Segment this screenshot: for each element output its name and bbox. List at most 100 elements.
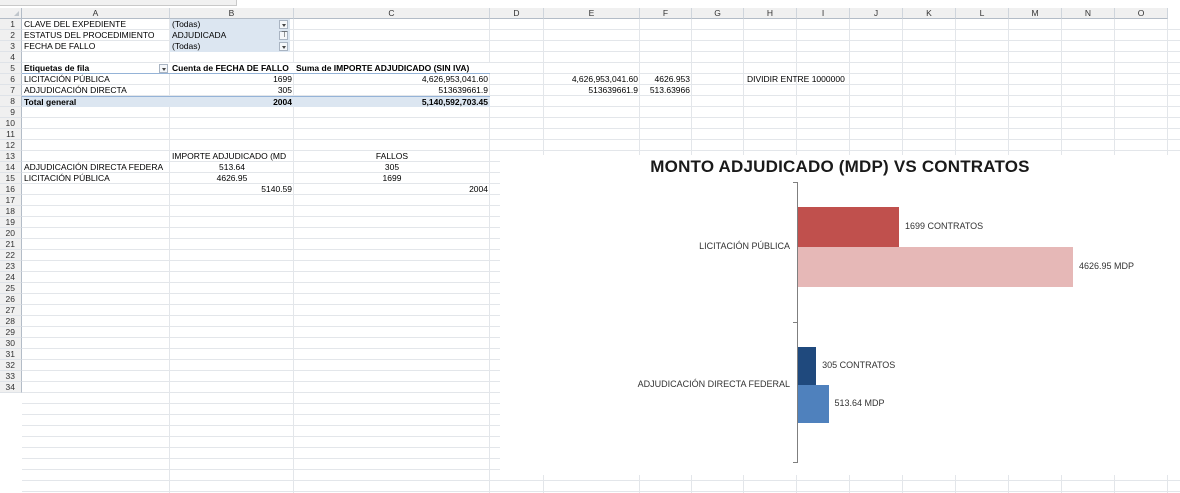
column-header-m[interactable]: M [1009, 8, 1062, 19]
cell-value: 4,626,953,041.60 [571, 74, 638, 84]
pivot-count: 1699 [273, 74, 292, 84]
column-header-d[interactable]: D [490, 8, 544, 19]
row-header[interactable]: 20 [0, 228, 22, 239]
pivot-row-labels-header[interactable]: Etiquetas de fila [22, 63, 170, 74]
bar[interactable] [798, 247, 1073, 287]
filter-value[interactable]: ADJUDICADA [170, 30, 290, 41]
column-header-h[interactable]: H [744, 8, 797, 19]
row-header[interactable]: 18 [0, 206, 22, 217]
row-header[interactable]: 25 [0, 283, 22, 294]
column-header-g[interactable]: G [692, 8, 744, 19]
row-header[interactable]: 6 [0, 74, 22, 85]
row-header[interactable]: 33 [0, 371, 22, 382]
table2-row-label: LICITACIÓN PÚBLICA [24, 173, 110, 183]
row-header[interactable]: 21 [0, 239, 22, 250]
dropdown-arrow-icon[interactable] [159, 64, 168, 73]
dropdown-arrow-icon[interactable] [279, 42, 288, 51]
column-header-k[interactable]: K [903, 8, 956, 19]
formula-bar-strip [0, 0, 1180, 8]
table2-fallos: 1699 [382, 173, 402, 183]
row-header[interactable]: 11 [0, 129, 22, 140]
row-header[interactable]: 13 [0, 151, 22, 162]
axis-tick [793, 182, 798, 183]
column-header-n[interactable]: N [1062, 8, 1115, 19]
filter-label: FECHA DE FALLO [24, 41, 96, 51]
bar[interactable] [798, 207, 899, 247]
dropdown-arrow-icon[interactable] [279, 20, 288, 29]
pivot-sum: 513639661.9 [438, 85, 488, 95]
row-header[interactable]: 5 [0, 63, 22, 74]
filter-value[interactable]: (Todas) [170, 19, 290, 30]
category-label: ADJUDICACIÓN DIRECTA FEDERAL [637, 379, 790, 389]
pivot-total-label: Total general [22, 96, 170, 107]
cell-value: 4626.953 [654, 74, 690, 84]
row-header[interactable]: 22 [0, 250, 22, 261]
column-header-c[interactable]: C [294, 8, 490, 19]
row-header[interactable]: 32 [0, 360, 22, 371]
row-header[interactable]: 31 [0, 349, 22, 360]
table2-header-importe: IMPORTE ADJUDICADO (MD [172, 151, 287, 161]
pivot-total-count: 2004 [170, 96, 294, 107]
column-header-l[interactable]: L [956, 8, 1009, 19]
row-header[interactable]: 3 [0, 41, 22, 52]
data-label: 1699 CONTRATOS [904, 221, 984, 231]
chart-title: MONTO ADJUDICADO (MDP) VS CONTRATOS [650, 157, 1030, 176]
chart-area[interactable]: MONTO ADJUDICADO (MDP) VS CONTRATOS 1699… [500, 155, 1180, 475]
filter-label: CLAVE DEL EXPEDIENTE [24, 19, 127, 29]
filter-value[interactable]: (Todas) [170, 41, 290, 52]
row-header[interactable]: 2 [0, 30, 22, 41]
table2-importe: 513.64 [219, 162, 245, 172]
bar[interactable] [798, 347, 817, 385]
row-header[interactable]: 8 [0, 96, 22, 107]
pivot-sum: 4,626,953,041.60 [421, 74, 488, 84]
row-header[interactable]: 30 [0, 338, 22, 349]
bar[interactable] [798, 385, 829, 423]
axis-tick [793, 462, 798, 463]
row-header[interactable]: 19 [0, 217, 22, 228]
filter-applied-icon[interactable] [279, 30, 288, 40]
column-header-f[interactable]: F [640, 8, 692, 19]
data-label: 513.64 MDP [834, 398, 885, 408]
select-all-corner[interactable] [0, 8, 22, 19]
cell-value: 513.63966 [649, 85, 690, 95]
table2-importe: 4626.95 [216, 173, 248, 183]
column-header-o[interactable]: O [1115, 8, 1168, 19]
pivot-sum-header: Suma de IMPORTE ADJUDICADO (SIN IVA) [294, 63, 490, 74]
column-header-b[interactable]: B [170, 8, 294, 19]
data-label: 305 CONTRATOS [822, 360, 896, 370]
row-header[interactable]: 29 [0, 327, 22, 338]
table2-row-label: ADJUDICACIÓN DIRECTA FEDERA [24, 162, 164, 172]
row-header[interactable]: 28 [0, 316, 22, 327]
row-header[interactable]: 9 [0, 107, 22, 118]
column-header-i[interactable]: I [797, 8, 850, 19]
table2-total-fallos: 2004 [469, 184, 488, 194]
table2-fallos: 305 [384, 162, 400, 172]
row-header[interactable]: 17 [0, 195, 22, 206]
column-header-j[interactable]: J [850, 8, 903, 19]
row-header[interactable]: 12 [0, 140, 22, 151]
category-label: LICITACIÓN PÚBLICA [699, 241, 790, 251]
row-header[interactable]: 34 [0, 382, 22, 393]
note-text: DIVIDIR ENTRE 1000000 [747, 74, 845, 84]
axis-tick [793, 322, 798, 323]
table2-total-importe: 5140.59 [261, 184, 292, 194]
column-header-a[interactable]: A [22, 8, 170, 19]
table2-header-fallos: FALLOS [375, 151, 409, 161]
column-header-e[interactable]: E [544, 8, 640, 19]
pivot-count: 305 [277, 85, 292, 95]
row-header[interactable]: 14 [0, 162, 22, 173]
row-header[interactable]: 26 [0, 294, 22, 305]
row-header[interactable]: 16 [0, 184, 22, 195]
row-header[interactable]: 7 [0, 85, 22, 96]
row-header[interactable]: 23 [0, 261, 22, 272]
row-header[interactable]: 10 [0, 118, 22, 129]
row-header[interactable]: 24 [0, 272, 22, 283]
row-header[interactable]: 15 [0, 173, 22, 184]
row-header[interactable]: 4 [0, 52, 22, 63]
row-header[interactable]: 27 [0, 305, 22, 316]
pivot-total-sum: 5,140,592,703.45 [294, 96, 490, 107]
filter-label: ESTATUS DEL PROCEDIMIENTO [24, 30, 155, 40]
cell-value: 513639661.9 [588, 85, 638, 95]
row-header[interactable]: 1 [0, 19, 22, 30]
spreadsheet[interactable]: ABCDEFGHIJKLMNO 1 2 3 4 5 6 7 8 9 10 11 12 13 14 15 16 1… [0, 8, 1180, 493]
